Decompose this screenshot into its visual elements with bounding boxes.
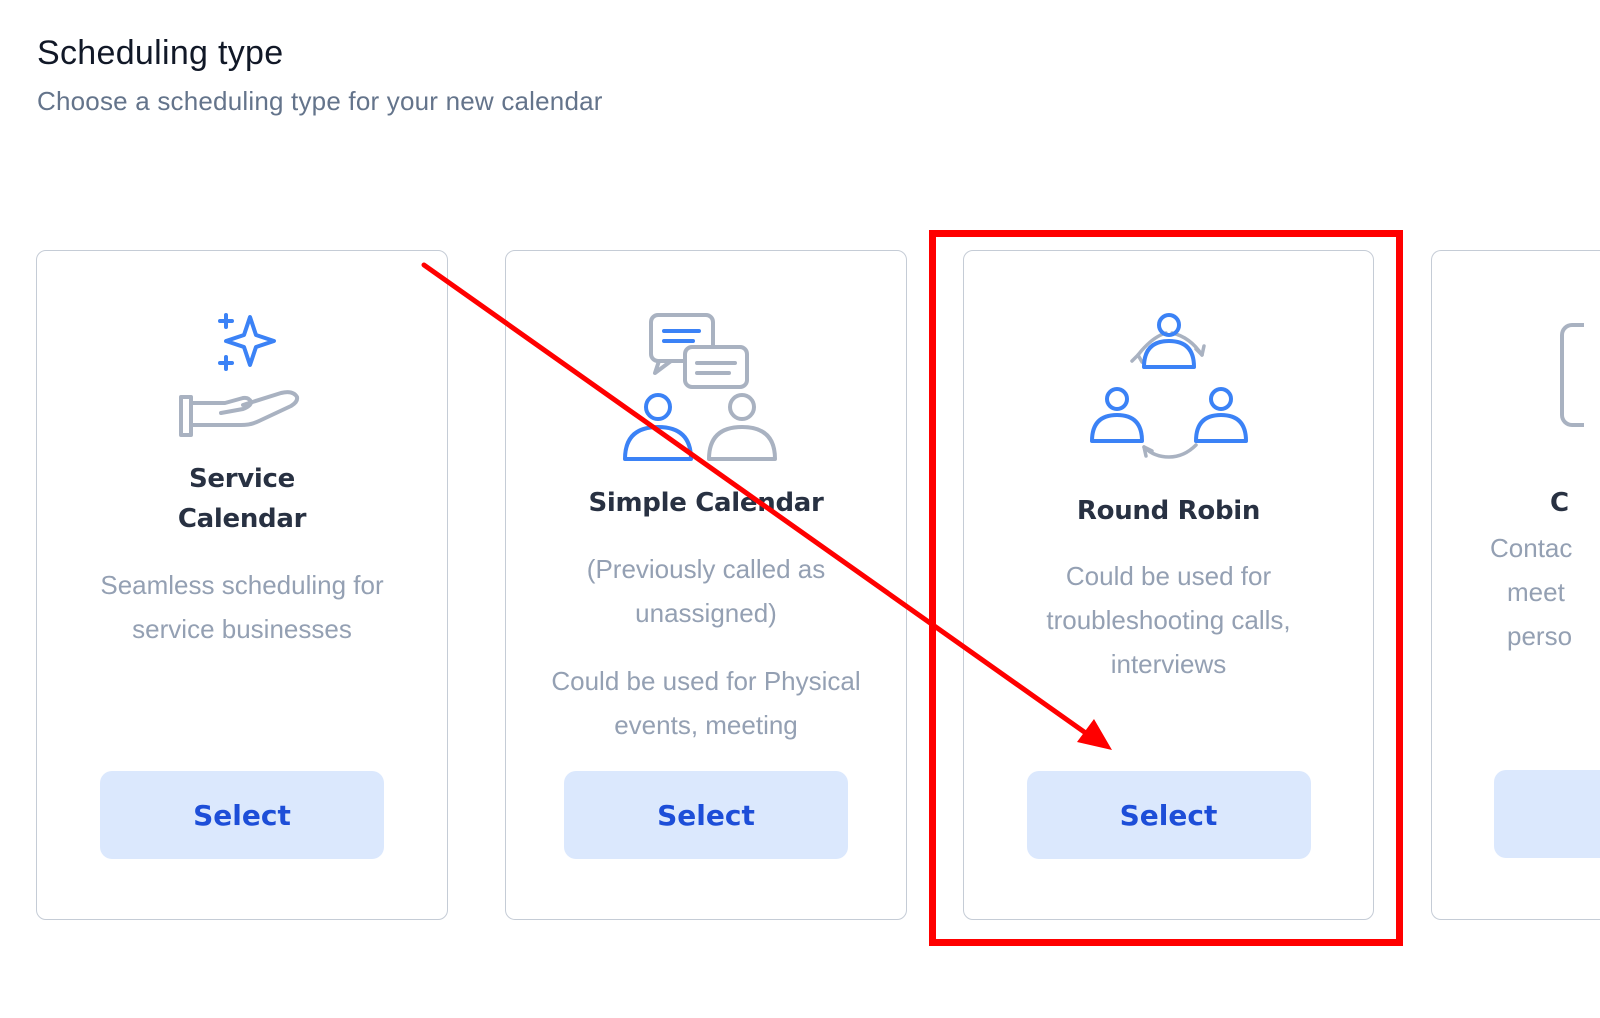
card-simple-calendar[interactable]: Simple Calendar (Previously called as un… <box>505 250 907 920</box>
card-description: Seamless scheduling for service business… <box>57 563 427 651</box>
card-desc-line: meet <box>1507 577 1565 607</box>
select-button-simple-calendar[interactable]: Select <box>564 771 848 859</box>
card-round-robin[interactable]: Round Robin Could be used for troublesho… <box>963 250 1374 920</box>
card-partial[interactable]: C Contac meet perso <box>1431 250 1600 920</box>
card-desc-line: Seamless scheduling for <box>100 570 384 600</box>
card-desc-line: perso <box>1507 621 1573 651</box>
card-title-line: Service <box>189 464 295 494</box>
card-description-secondary: Could be used for Physical events, meeti… <box>526 659 886 747</box>
card-desc-line: Could be used for Physical <box>551 666 861 696</box>
select-button-service-calendar[interactable]: Select <box>100 771 384 859</box>
page-subtitle: Choose a scheduling type for your new ca… <box>37 86 603 116</box>
card-desc-line: Could be used for <box>1065 561 1272 591</box>
chat-people-icon <box>621 311 791 468</box>
card-desc-line: events, meeting <box>614 710 798 740</box>
card-desc-line: troubleshooting calls, <box>1046 605 1291 635</box>
card-desc-line: service businesses <box>132 614 352 644</box>
round-robin-people-icon <box>1088 311 1250 466</box>
card-desc-line: interviews <box>1110 649 1227 679</box>
partial-card-icon <box>1560 323 1584 427</box>
service-hand-sparkle-icon <box>177 311 307 446</box>
select-button-partial[interactable] <box>1494 770 1600 858</box>
card-service-calendar[interactable]: Service Calendar Seamless scheduling for… <box>36 250 448 920</box>
card-desc-line: Contac <box>1490 533 1573 563</box>
card-description-partial: Contac meet perso <box>1490 526 1572 658</box>
page-title: Scheduling type <box>37 34 284 72</box>
card-title-partial: C <box>1550 488 1570 518</box>
card-desc-line: (Previously called as <box>586 554 826 584</box>
card-title-line: Calendar <box>177 504 307 534</box>
card-description: Could be used for troubleshooting calls,… <box>984 554 1353 686</box>
card-description: (Previously called as unassigned) <box>526 547 886 635</box>
card-title: Simple Calendar <box>588 488 824 518</box>
card-title: Round Robin <box>1076 496 1261 526</box>
select-button-round-robin[interactable]: Select <box>1026 771 1311 859</box>
card-desc-line: unassigned) <box>635 598 777 628</box>
card-title: Service Calendar <box>37 459 447 539</box>
